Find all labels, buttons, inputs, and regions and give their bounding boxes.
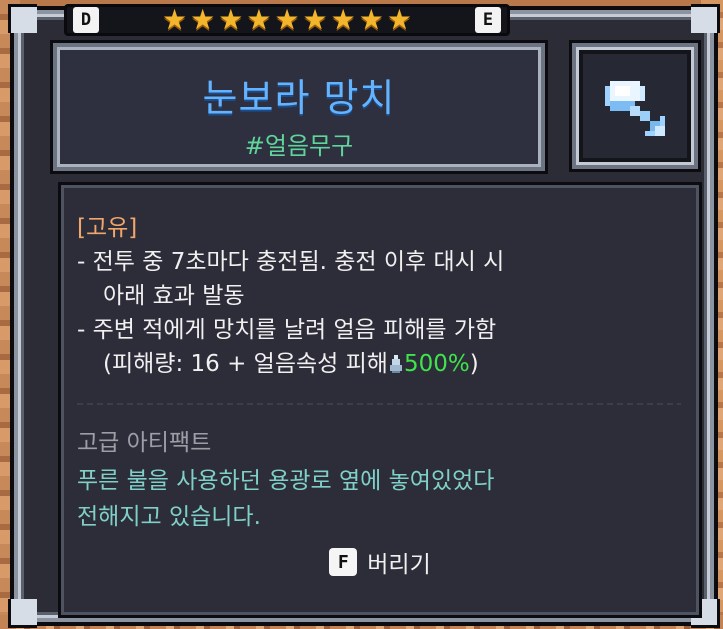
frame-corner bbox=[691, 4, 720, 33]
star-icon: ★ bbox=[330, 3, 356, 36]
item-header: 눈보라 망치 #얼음무구 bbox=[50, 40, 548, 174]
flavor-text: 푸른 불을 사용하던 용광로 옆에 놓여있었다 전해지고 있습니다. bbox=[77, 463, 687, 535]
item-grade: 고급 아티팩트 bbox=[77, 430, 212, 456]
star-icon: ★ bbox=[358, 3, 384, 36]
item-tooltip-panel: 눈보라 망치 #얼음무구 [고유] - 전투 중 7초마다 충전됨. 충전 이후… bbox=[8, 4, 720, 628]
item-icon-slot bbox=[569, 40, 701, 172]
ice-hammer-icon bbox=[605, 81, 665, 136]
effect-line: - 전투 중 7초마다 충전됨. 충전 이후 대시 시 bbox=[77, 249, 505, 275]
unique-label: [고유] bbox=[77, 215, 138, 241]
star-icon: ★ bbox=[190, 3, 216, 36]
star-icon: ★ bbox=[386, 3, 412, 36]
frame-corner bbox=[8, 599, 37, 628]
star-icon: ★ bbox=[162, 3, 188, 36]
star-icon: ★ bbox=[302, 3, 328, 36]
frame-corner bbox=[8, 4, 37, 33]
star-icon: ★ bbox=[274, 3, 300, 36]
damage-formula-prefix: (피해량: 16 + 얼음속성 피해 bbox=[103, 351, 388, 377]
effect-line: 아래 효과 발동 bbox=[103, 283, 245, 309]
drop-button-label[interactable]: 버리기 bbox=[367, 545, 430, 579]
ice-element-icon bbox=[389, 355, 402, 373]
item-tag: #얼음무구 bbox=[244, 132, 354, 160]
drop-action[interactable]: F 버리기 bbox=[61, 545, 699, 579]
rank-right-badge: E bbox=[474, 7, 501, 33]
flavor-line: 전해지고 있습니다. bbox=[77, 504, 261, 530]
damage-formula-suffix: ) bbox=[469, 351, 479, 377]
damage-percent: 500% bbox=[403, 351, 470, 377]
effect-line: - 주변 적에게 망치를 날려 얼음 피해를 가함 bbox=[77, 317, 497, 343]
key-f-icon[interactable]: F bbox=[329, 548, 358, 576]
damage-formula: (피해량: 16 + 얼음속성 피해 500%) bbox=[77, 347, 677, 381]
rank-bar: D ★ ★ ★ ★ ★ ★ ★ ★ ★ E bbox=[64, 4, 510, 36]
rank-left-badge: D bbox=[73, 7, 99, 33]
star-icon: ★ bbox=[218, 3, 244, 36]
divider bbox=[77, 403, 681, 405]
star-icon: ★ bbox=[246, 3, 272, 36]
item-name: 눈보라 망치 bbox=[202, 76, 396, 120]
flavor-line: 푸른 불을 사용하던 용광로 옆에 놓여있었다 bbox=[77, 468, 495, 494]
star-rating: ★ ★ ★ ★ ★ ★ ★ ★ ★ bbox=[162, 6, 412, 34]
item-description-area: [고유] - 전투 중 7초마다 충전됨. 충전 이후 대시 시 아래 효과 발… bbox=[58, 182, 702, 618]
